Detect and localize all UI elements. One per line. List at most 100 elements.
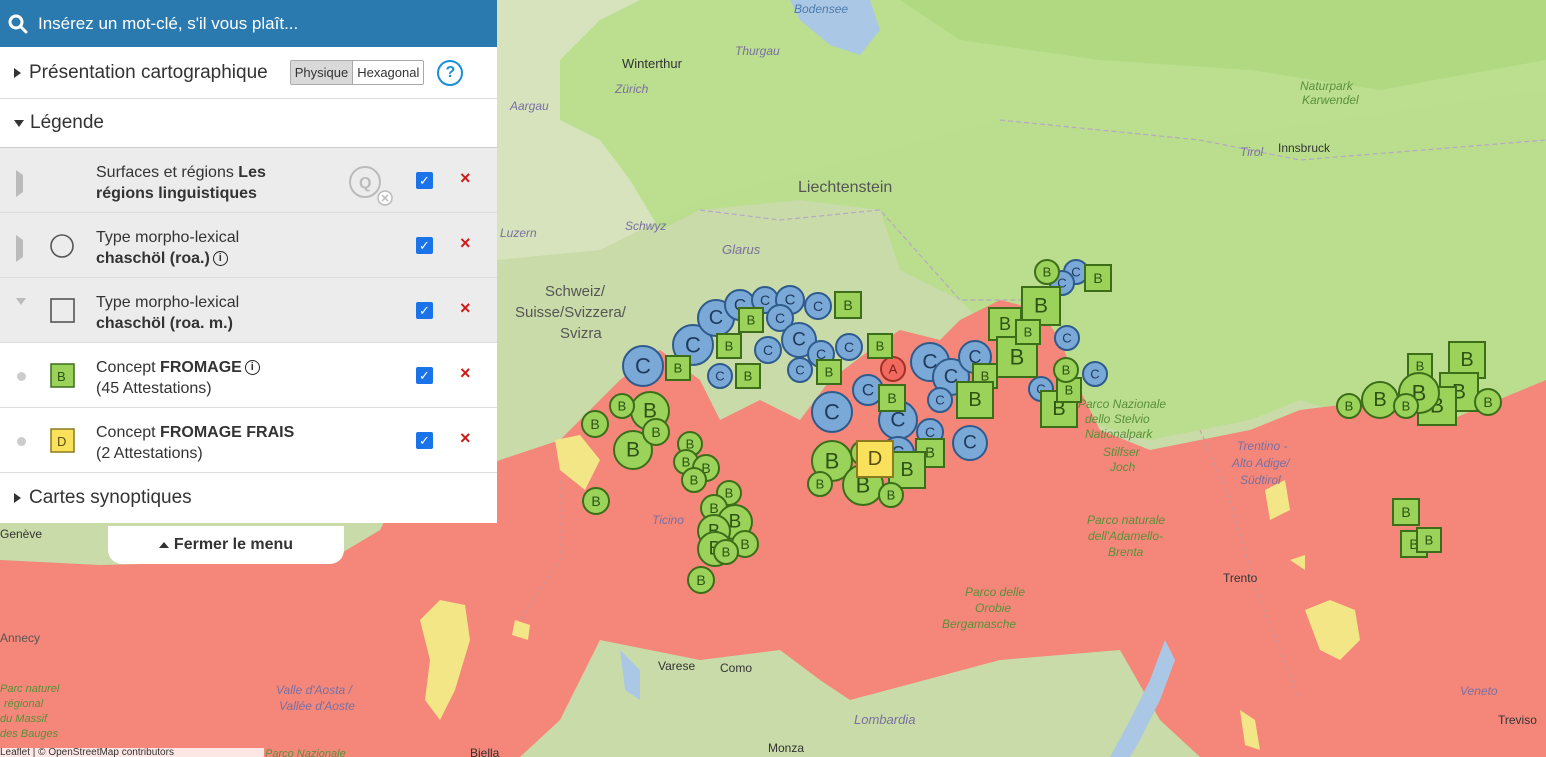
label-orobie-2: Orobie [975,601,1011,615]
label-adamello-3: Brenta [1108,545,1144,559]
label-lombardia: Lombardia [854,712,915,727]
remove-icon[interactable]: × [460,168,471,189]
side-panel: Présentation cartographique Physique Hex… [0,0,497,523]
visibility-checkbox[interactable]: ✓ [416,172,433,189]
map-marker-b[interactable]: B [738,307,764,333]
square-symbol-icon [50,298,75,323]
map-marker-b[interactable]: B [878,482,904,508]
svg-text:B: B [682,455,691,470]
svg-text:C: C [925,424,935,440]
svg-text:B: B [618,399,627,414]
map-marker-c[interactable]: C [811,391,853,433]
map-marker-c[interactable]: C [1054,325,1080,351]
map-marker-b[interactable]: B [665,355,691,381]
map-marker-b[interactable]: B [1015,319,1041,345]
visibility-checkbox[interactable]: ✓ [416,302,433,319]
expand-icon[interactable] [16,235,23,262]
remove-icon[interactable]: × [460,233,471,254]
map-marker-c[interactable]: C [835,333,863,361]
legend-row-chaschol-roa-m: Type morpho-lexical chaschöl (roa. m.) ✓… [0,278,497,343]
visibility-checkbox[interactable]: ✓ [416,237,433,254]
section-synoptiques[interactable]: Cartes synoptiques [0,473,497,523]
map-marker-c[interactable]: C [804,292,832,320]
legend-row-chaschol-roa: Type morpho-lexical chaschöl (roa.) i ✓ × [0,213,497,278]
map-marker-c[interactable]: C [1082,361,1108,387]
info-icon[interactable]: i [244,360,260,375]
map-marker-c[interactable]: C [787,357,813,383]
label-schwyz: Schwyz [625,219,666,233]
toggle-physique[interactable]: Physique [290,61,354,84]
svg-text:C: C [862,381,874,400]
collapse-icon[interactable] [16,298,26,323]
svg-text:B: B [968,389,981,411]
visibility-checkbox[interactable]: ✓ [416,432,433,449]
map-marker-c[interactable]: C [754,336,782,364]
label-stelvio-5: Joch [1109,460,1136,474]
map-marker-a[interactable]: A [880,356,906,382]
map-marker-b[interactable]: B [1084,264,1112,292]
map-marker-b[interactable]: B [681,467,707,493]
map-marker-b[interactable]: B [807,471,833,497]
svg-text:B: B [1024,325,1033,340]
svg-text:B: B [1425,533,1434,548]
help-icon[interactable]: ? [437,59,464,86]
map-marker-c[interactable]: C [952,425,988,461]
svg-text:C: C [635,354,651,379]
map-marker-d[interactable]: D [856,440,894,478]
toggle-hexagonal[interactable]: Hexagonal [353,61,423,84]
map-marker-b[interactable]: B [1361,381,1399,419]
label-parco-nazionale: Parco Nazionale [265,748,346,757]
map-marker-c[interactable]: C [707,363,733,389]
map-marker-b[interactable]: B [1393,393,1419,419]
section-legende[interactable]: Légende [0,99,497,148]
close-menu-button[interactable]: Fermer le menu [108,526,344,564]
remove-icon[interactable]: × [460,363,471,384]
remove-icon[interactable]: × [460,298,471,319]
map-marker-b[interactable]: B [716,333,742,359]
visibility-checkbox[interactable]: ✓ [416,367,433,384]
label-thurgau: Thurgau [735,44,780,58]
map-marker-b[interactable]: B [867,333,893,359]
map-marker-b[interactable]: B [1474,388,1502,416]
svg-text:B: B [876,339,885,354]
map-marker-c[interactable]: C [927,387,953,413]
svg-text:B: B [825,365,834,380]
map-marker-b[interactable]: B [735,363,761,389]
map-marker-b[interactable]: B [878,384,906,412]
map-marker-b[interactable]: B [582,487,610,515]
svg-text:B: B [57,369,66,384]
map-marker-b[interactable]: B [687,566,715,594]
map-marker-b[interactable]: B [713,539,739,565]
map-marker-b[interactable]: B [956,381,994,419]
svg-text:C: C [795,363,804,378]
map-marker-b[interactable]: B [1416,527,1442,553]
info-icon[interactable]: i [212,251,228,266]
label-monza: Monza [768,741,804,755]
map-marker-b[interactable]: B [1336,393,1362,419]
chevron-down-icon [14,119,24,127]
label-liechtenstein: Liechtenstein [798,179,892,196]
map-marker-b[interactable]: B [1034,259,1060,285]
map-marker-b[interactable]: B [834,291,862,319]
map-marker-b[interactable]: B [1392,498,1420,526]
label-trentino-2: Alto Adige/ [1231,456,1291,470]
label-stelvio-3: Nationalpark [1085,427,1153,441]
label-bauges-2: régional [4,698,44,710]
close-menu-label: Fermer le menu [173,536,294,553]
label-aosta-2: Vallée d'Aoste [279,699,355,713]
search-input[interactable] [36,12,480,35]
map-attribution[interactable]: Leaflet | © OpenStreetMap contributors [0,748,264,757]
expand-icon[interactable] [16,170,23,197]
map-marker-b[interactable]: B [816,359,842,385]
svg-text:C: C [1090,367,1099,382]
remove-icon[interactable]: × [460,428,471,449]
map-marker-c[interactable]: C [622,345,664,387]
section-presentation[interactable]: Présentation cartographique Physique Hex… [0,47,497,99]
map-marker-b[interactable]: B [581,410,609,438]
search-off-icon[interactable]: Q [347,164,397,206]
legend-label: Concept FROMAGE i (45 Attestations) [96,357,356,399]
svg-text:B: B [1402,399,1411,414]
map-marker-b[interactable]: B [609,393,635,419]
map-marker-b[interactable]: B [642,418,670,446]
map-marker-b[interactable]: B [1053,357,1079,383]
